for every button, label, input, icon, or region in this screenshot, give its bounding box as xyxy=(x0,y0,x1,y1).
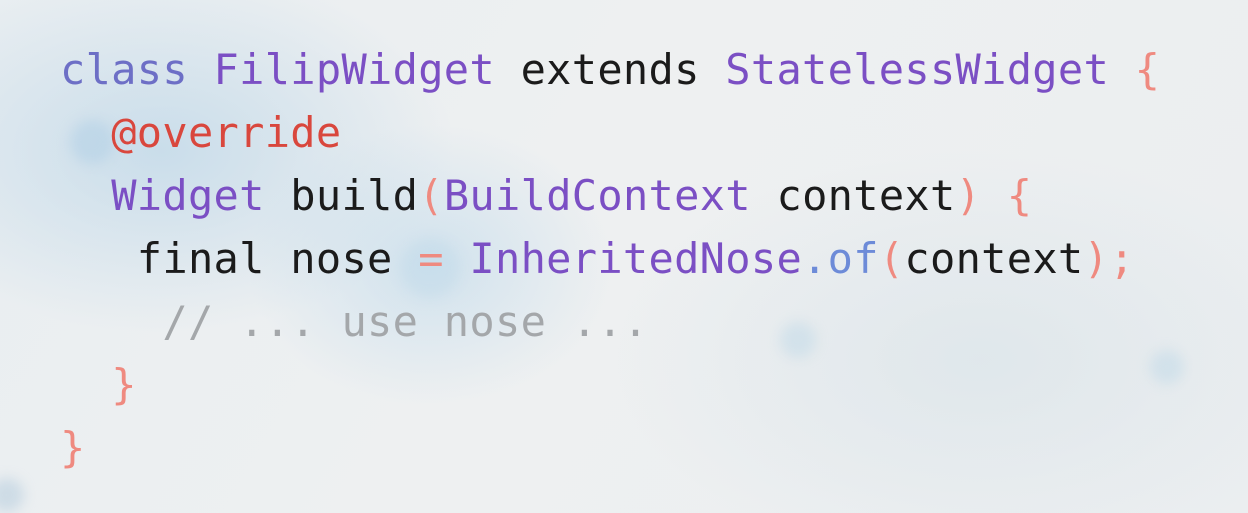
open-paren-token: ( xyxy=(878,234,905,283)
open-paren-token: ( xyxy=(418,171,444,220)
code-line-annotation: @override xyxy=(60,101,1160,164)
close-brace-token: } xyxy=(111,360,137,409)
param-type-token: BuildContext xyxy=(443,171,751,220)
extends-token: extends xyxy=(494,45,726,94)
code-line-comment: // ... use nose ... xyxy=(60,290,1160,353)
close-paren-semicolon-token: ); xyxy=(1083,234,1135,283)
method-name-token: build xyxy=(264,171,419,220)
close-brace-token: } xyxy=(60,423,86,472)
open-brace-token: { xyxy=(1006,171,1033,220)
comment-token: // ... use nose ... xyxy=(162,297,649,346)
argument-token: context xyxy=(904,234,1084,283)
assign-token: = xyxy=(418,234,444,283)
method-call-token: .of xyxy=(802,234,879,283)
annotation-token: @override xyxy=(111,108,342,157)
code-line-close-class: } xyxy=(60,416,1160,479)
code-line-class-declaration: class FilipWidget extends StatelessWidge… xyxy=(60,38,1160,101)
keyword-token: class xyxy=(60,45,188,94)
open-brace-token: { xyxy=(1134,45,1161,94)
code-line-build-method: Widget build(BuildContext context) { xyxy=(60,164,1160,227)
background-blur-spot xyxy=(0,478,24,512)
class-name-token: FilipWidget xyxy=(213,45,495,94)
code-line-final-nose: final nose = InheritedNose.of(context); xyxy=(60,227,1160,290)
superclass-token: StatelessWidget xyxy=(725,45,1110,94)
return-type-token: Widget xyxy=(111,171,265,220)
param-name-token: context xyxy=(750,171,956,220)
class-ref-token: InheritedNose xyxy=(469,234,803,283)
code-block: class FilipWidget extends StatelessWidge… xyxy=(60,38,1160,479)
close-paren-token: ) xyxy=(955,171,982,220)
code-line-close-method: } xyxy=(60,353,1160,416)
variable-decl-token: final nose xyxy=(136,234,419,283)
